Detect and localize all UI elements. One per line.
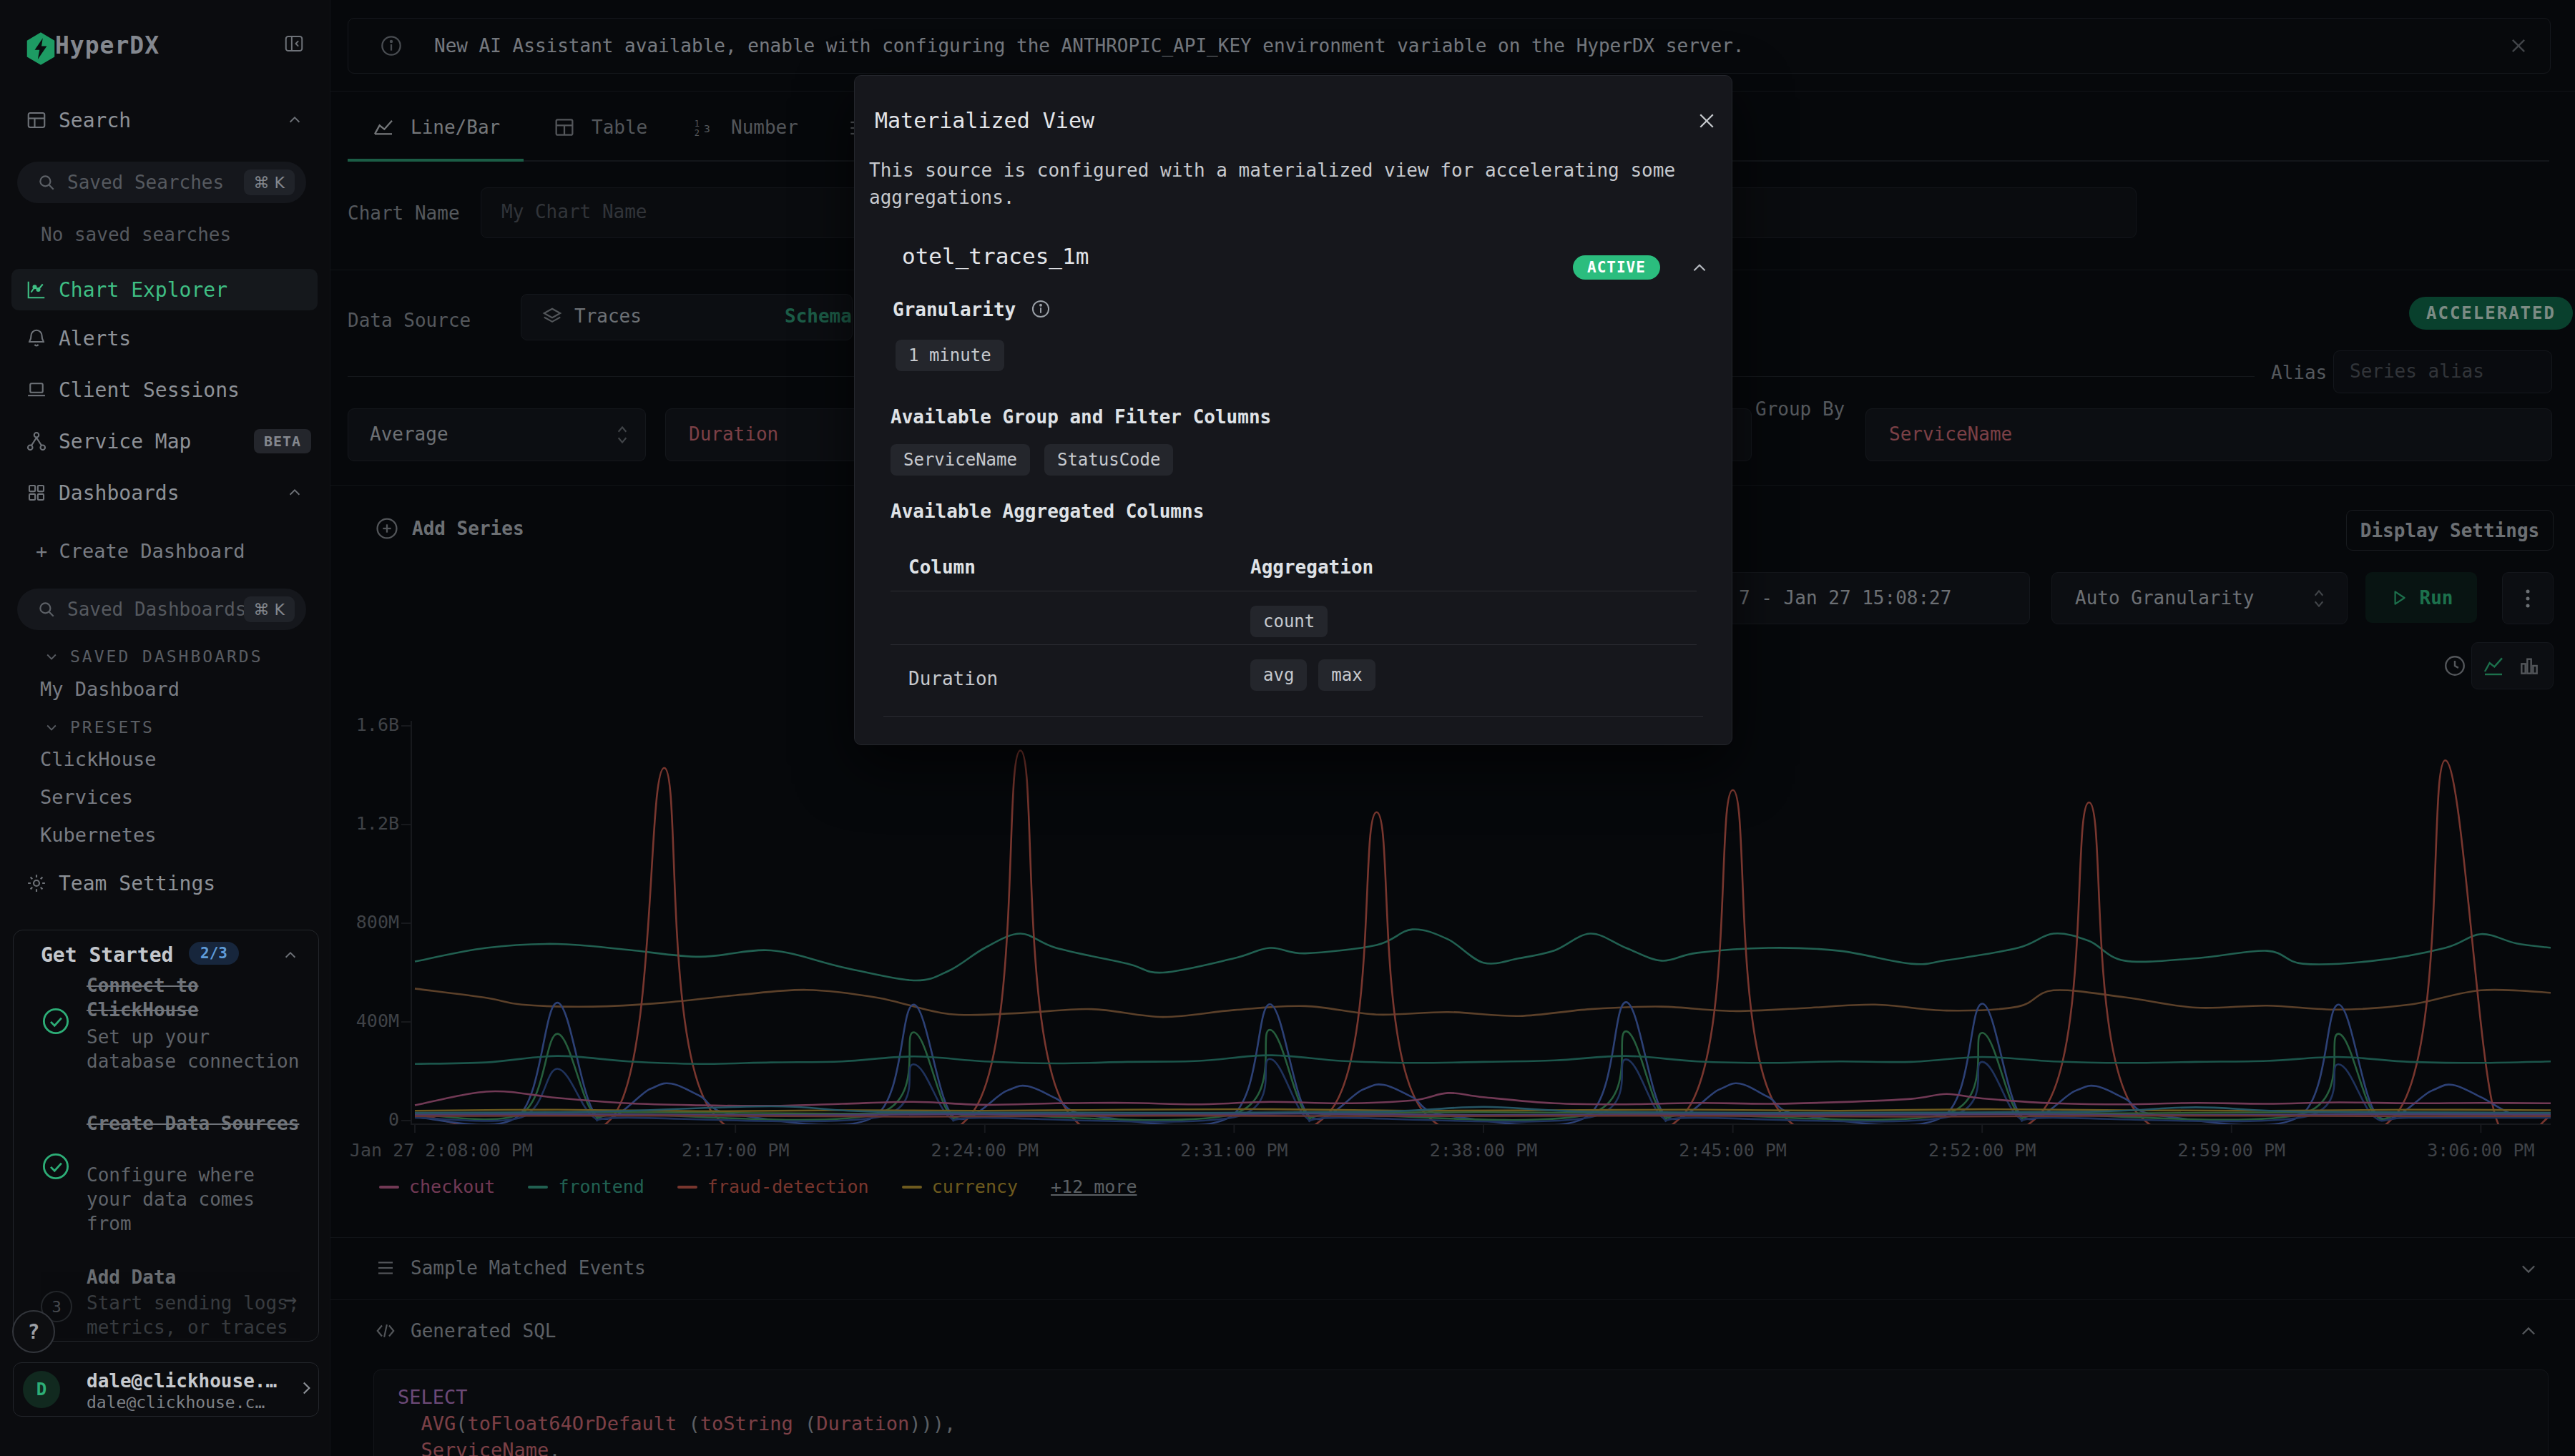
app-title: HyperDX (55, 31, 160, 59)
modal-bottom-divider (883, 716, 1703, 717)
table-aggregation-header: Aggregation (1250, 556, 1373, 578)
saved-searches-placeholder: Saved Searches (67, 172, 224, 193)
task-desc: Set up your database connection (87, 1025, 308, 1073)
user-name: dale@clickhouse.… (87, 1370, 277, 1392)
sidebar-item-label: Chart Explorer (59, 278, 227, 302)
sidebar-item-label: Alerts (59, 327, 131, 350)
group-label: SAVED DASHBOARDS (70, 647, 263, 666)
info-icon (1031, 299, 1051, 319)
hyperdx-logo-icon (26, 32, 56, 65)
table-row: count (908, 606, 1695, 659)
chevron-up-icon (283, 948, 298, 963)
laptop-icon (26, 379, 47, 400)
aggregation-chip: max (1318, 659, 1375, 691)
active-status-badge: ACTIVE (1573, 255, 1660, 280)
group-filter-chips: ServiceName StatusCode (891, 444, 1173, 476)
gear-icon (26, 872, 47, 894)
dashboard-item-services[interactable]: Services (40, 786, 133, 808)
chevron-up-icon (287, 485, 303, 501)
sidebar-section-search[interactable]: Search (0, 100, 330, 140)
chevron-down-icon (44, 649, 59, 664)
table-divider (891, 644, 1697, 645)
sidebar-item-label: Client Sessions (59, 378, 240, 402)
aggregation-chip: count (1250, 606, 1328, 637)
sidebar-item-dashboards[interactable]: Dashboards (0, 473, 330, 513)
arrow-right-icon: → (284, 1287, 297, 1312)
aggregation-chip: avg (1250, 659, 1307, 691)
saved-dashboards-input[interactable]: Saved Dashboards ⌘ K (17, 589, 306, 630)
task-title: Connect to ClickHouse (87, 973, 308, 1022)
materialized-view-modal: Materialized View This source is configu… (854, 75, 1732, 745)
avatar: D (23, 1371, 60, 1408)
chevron-up-icon (287, 112, 303, 128)
chevron-up-icon[interactable] (1690, 259, 1709, 277)
group-label: PRESETS (70, 718, 154, 737)
search-icon (37, 173, 56, 192)
task-desc: Start sending logs, metrics, or traces (87, 1291, 308, 1339)
user-email: dale@clickhouse.c… (87, 1393, 265, 1412)
shortcut-badge: ⌘ K (244, 169, 295, 195)
modal-title: Materialized View (875, 108, 1094, 133)
granularity-chip: 1 minute (896, 340, 1004, 371)
hyperdx-app: HyperDX Search Saved Searches ⌘ K No sav… (0, 0, 2575, 1456)
table-column-header: Column (908, 556, 976, 578)
sidebar-item-label: Dashboards (59, 481, 180, 505)
sidebar-item-label: Service Map (59, 430, 191, 453)
question-mark-icon: ? (28, 1320, 40, 1344)
shortcut-badge: ⌘ K (244, 596, 295, 622)
search-icon (37, 600, 56, 619)
filter-column-chip: ServiceName (891, 444, 1030, 476)
beta-badge: BETA (254, 429, 311, 453)
get-started-item-add-data[interactable]: 3 Add Data Start sending logs, metrics, … (14, 1265, 318, 1342)
sidebar-item-client-sessions[interactable]: Client Sessions (0, 370, 330, 410)
service-map-icon (26, 431, 47, 452)
saved-searches-input[interactable]: Saved Searches ⌘ K (17, 162, 306, 203)
search-section-icon (26, 109, 47, 131)
table-cell-aggregations: avgmax (1250, 659, 1375, 691)
sidebar: HyperDX Search Saved Searches ⌘ K No sav… (0, 0, 330, 1456)
user-menu[interactable]: D dale@clickhouse.… dale@clickhouse.c… (13, 1362, 319, 1417)
granularity-label: Granularity (893, 299, 1016, 320)
source-name: otel_traces_1m (902, 243, 1089, 269)
dashboard-item-kubernetes[interactable]: Kubernetes (40, 824, 157, 846)
no-saved-searches-text: No saved searches (41, 224, 231, 245)
close-icon[interactable] (1696, 110, 1717, 132)
get-started-title: Get Started (41, 943, 173, 967)
modal-body-text: This source is configured with a materia… (869, 157, 1713, 211)
task-desc: Configure where your data comes from (87, 1163, 308, 1236)
table-cell-aggregations: count (1250, 606, 1328, 637)
dashboard-item-clickhouse[interactable]: ClickHouse (40, 748, 157, 770)
sidebar-item-team-settings[interactable]: Team Settings (0, 863, 330, 903)
group-presets[interactable]: PRESETS (44, 718, 154, 737)
help-button[interactable]: ? (12, 1310, 55, 1353)
bell-icon (26, 328, 47, 349)
dashboards-icon (26, 482, 47, 503)
get-started-item-sources[interactable]: Create Data Sources Configure where your… (14, 1111, 318, 1240)
get-started-progress-badge: 2/3 (189, 942, 239, 965)
group-saved-dashboards[interactable]: SAVED DASHBOARDS (44, 647, 263, 666)
get-started-panel: Get Started 2/3 Connect to ClickHouse Se… (13, 930, 319, 1342)
filter-column-chip: StatusCode (1044, 444, 1174, 476)
chevron-down-icon (44, 720, 59, 734)
sidebar-item-label: Team Settings (59, 872, 215, 895)
create-dashboard-button[interactable]: + Create Dashboard (36, 540, 245, 562)
chevron-right-icon (297, 1379, 315, 1397)
check-circle-icon (41, 1151, 71, 1181)
collapse-sidebar-icon[interactable] (283, 33, 305, 54)
aggregated-columns-label: Available Aggregated Columns (891, 501, 1204, 522)
task-title: Add Data (87, 1265, 308, 1289)
chart-explorer-icon (26, 279, 47, 300)
table-row: Duration avgmax (908, 659, 1695, 712)
sidebar-item-service-map[interactable]: Service Map BETA (0, 421, 330, 461)
saved-dashboards-placeholder: Saved Dashboards (67, 599, 246, 620)
task-title: Create Data Sources (87, 1111, 308, 1136)
sidebar-item-label: Search (59, 109, 131, 132)
group-filter-columns-label: Available Group and Filter Columns (891, 406, 1271, 428)
sidebar-item-alerts[interactable]: Alerts (0, 318, 330, 358)
check-circle-icon (41, 1006, 71, 1036)
dashboard-item-my-dashboard[interactable]: My Dashboard (40, 678, 180, 700)
table-cell-column: Duration (908, 668, 998, 689)
get-started-item-connect[interactable]: Connect to ClickHouse Set up your databa… (14, 973, 318, 1088)
